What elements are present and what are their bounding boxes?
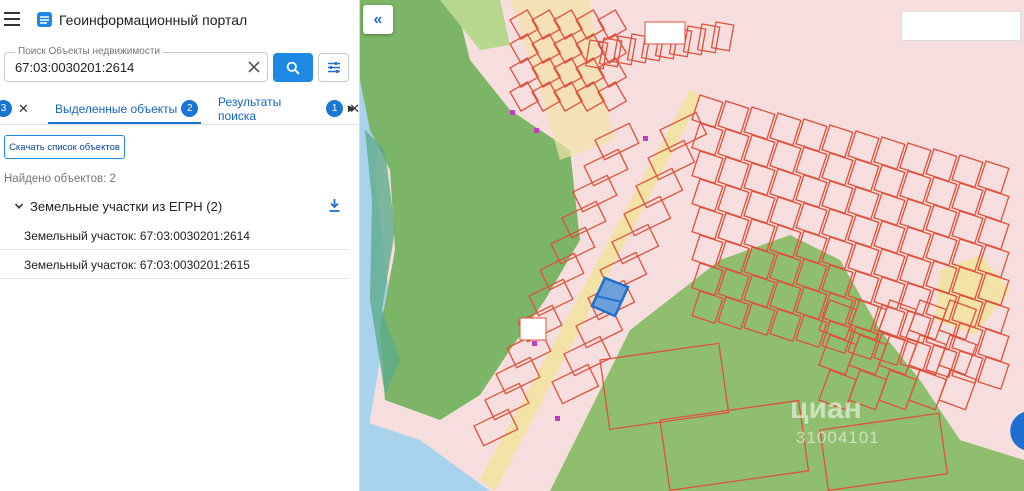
- search-input[interactable]: [15, 60, 240, 75]
- tab-active-indicator: [48, 122, 201, 124]
- tab-badge: 2: [181, 100, 199, 117]
- map-marker[interactable]: [510, 110, 515, 115]
- chevron-right-icon[interactable]: ▶: [348, 103, 355, 114]
- map-canvas[interactable]: [360, 0, 1024, 491]
- chevron-down-icon[interactable]: [14, 201, 24, 211]
- map-marker[interactable]: [555, 416, 560, 421]
- map-marker[interactable]: [532, 341, 537, 346]
- app-title: Геоинформационный портал: [59, 12, 248, 28]
- filter-icon: [327, 62, 340, 73]
- map-search-box[interactable]: [901, 11, 1021, 41]
- watermark: циан: [790, 392, 862, 425]
- list-item[interactable]: Земельный участок: 67:03:0030201:2615: [0, 251, 349, 279]
- list-item[interactable]: Земельный участок: 67:03:0030201:2614: [0, 222, 349, 250]
- search-icon: [286, 61, 300, 75]
- tab-badge: 1: [326, 100, 344, 117]
- tab-search-results[interactable]: Результаты поиска 1 ✕: [218, 93, 360, 124]
- tab-label: Результаты поиска: [218, 94, 282, 123]
- tab-badge: 3: [0, 100, 12, 117]
- tab-label: Выделенные объекты: [55, 101, 178, 116]
- map-marker[interactable]: [643, 136, 648, 141]
- download-icon[interactable]: [328, 198, 341, 213]
- top-bar: Геоинформационный портал: [0, 0, 360, 40]
- list-item-label: Земельный участок: 67:03:0030201:2614: [24, 229, 250, 243]
- watermark-id: 31004101: [796, 428, 880, 447]
- building: [644, 21, 686, 45]
- menu-icon[interactable]: [4, 12, 20, 26]
- search-field[interactable]: Поиск Объекты недвижимости: [4, 46, 268, 82]
- collapse-panel-button[interactable]: «: [363, 5, 393, 34]
- tab-previous[interactable]: 3 ✕: [0, 93, 29, 124]
- list-item-label: Земельный участок: 67:03:0030201:2615: [24, 258, 250, 272]
- close-icon[interactable]: ✕: [18, 101, 29, 117]
- results-group-label: Земельные участки из ЕГРН (2): [30, 199, 223, 214]
- logo-icon: [37, 12, 52, 27]
- side-panel: Геоинформационный портал Поиск Объекты н…: [0, 0, 360, 491]
- found-count: Найдено объектов: 2: [4, 173, 116, 185]
- tab-selected-objects[interactable]: Выделенные объекты 2: [55, 93, 199, 124]
- tab-bar: 3 ✕ Выделенные объекты 2 Результаты поис…: [0, 93, 360, 125]
- double-chevron-left-icon: «: [373, 10, 383, 28]
- search-label: Поиск Объекты недвижимости: [15, 46, 163, 57]
- close-icon[interactable]: [247, 60, 261, 74]
- results-group-header[interactable]: Земельные участки из ЕГРН (2): [14, 198, 349, 216]
- map-marker[interactable]: [534, 128, 539, 133]
- filter-button[interactable]: [318, 53, 349, 82]
- building: [519, 317, 547, 341]
- download-list-button[interactable]: Скачать список объектов: [4, 135, 125, 159]
- map-view[interactable]: циан 31004101: [360, 0, 1024, 491]
- search-button[interactable]: [273, 53, 313, 82]
